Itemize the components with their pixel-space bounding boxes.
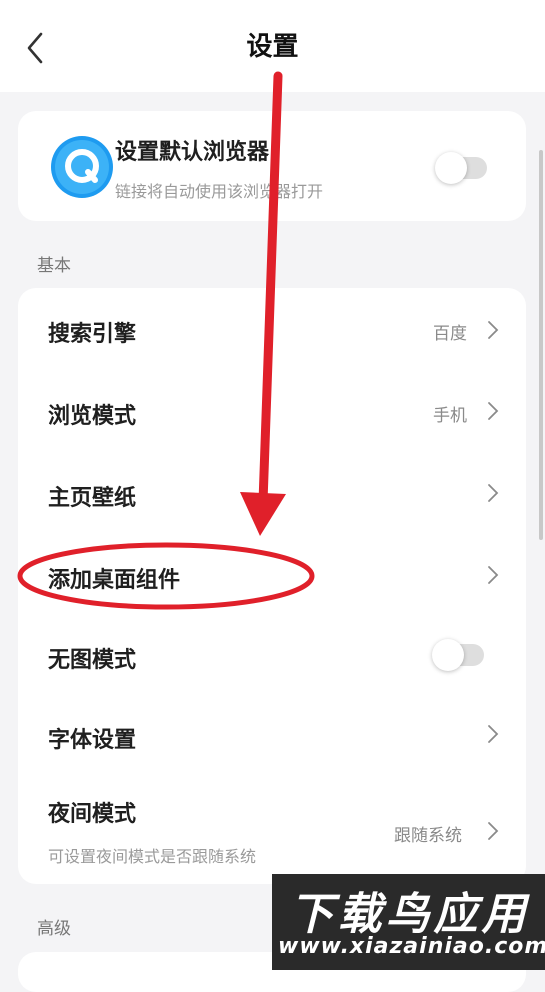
browser-q-icon — [51, 136, 113, 198]
row-label: 主页壁纸 — [48, 486, 137, 511]
row-value: 跟随系统 — [394, 826, 462, 846]
top-bar: 设置 — [0, 0, 545, 92]
row-label: 字体设置 — [48, 728, 137, 753]
no-image-toggle[interactable] — [432, 639, 484, 671]
row-label: 搜索引擎 — [48, 322, 137, 347]
chevron-right-icon — [488, 484, 499, 502]
row-label: 夜间模式 — [48, 802, 137, 827]
chevron-right-icon — [488, 725, 499, 743]
chevron-right-icon — [488, 822, 499, 840]
row-value: 手机 — [433, 406, 467, 426]
scrollbar[interactable] — [539, 150, 543, 540]
default-browser-title: 设置默认浏览器 — [115, 140, 270, 165]
watermark-title: 下载鸟应用 — [289, 889, 530, 940]
default-browser-subtitle: 链接将自动使用该浏览器打开 — [115, 182, 324, 201]
toggle-knob — [432, 639, 464, 671]
row-label: 添加桌面组件 — [48, 568, 181, 593]
row-subtitle: 可设置夜间模式是否跟随系统 — [48, 847, 257, 866]
row-value: 百度 — [433, 324, 467, 344]
chevron-right-icon — [488, 321, 499, 339]
chevron-right-icon — [488, 402, 499, 420]
section-label-basic: 基本 — [37, 256, 71, 276]
row-label: 无图模式 — [48, 648, 137, 673]
row-label: 浏览模式 — [48, 404, 137, 429]
watermark-url: www.xiazainiao.com — [278, 934, 545, 959]
section-label-advanced: 高级 — [37, 919, 71, 939]
default-browser-toggle[interactable] — [435, 152, 487, 184]
chevron-right-icon — [488, 566, 499, 584]
watermark-logo: 下载鸟应用 www.xiazainiao.com — [272, 874, 545, 970]
toggle-knob — [435, 152, 467, 184]
page-title: 设置 — [246, 32, 299, 62]
